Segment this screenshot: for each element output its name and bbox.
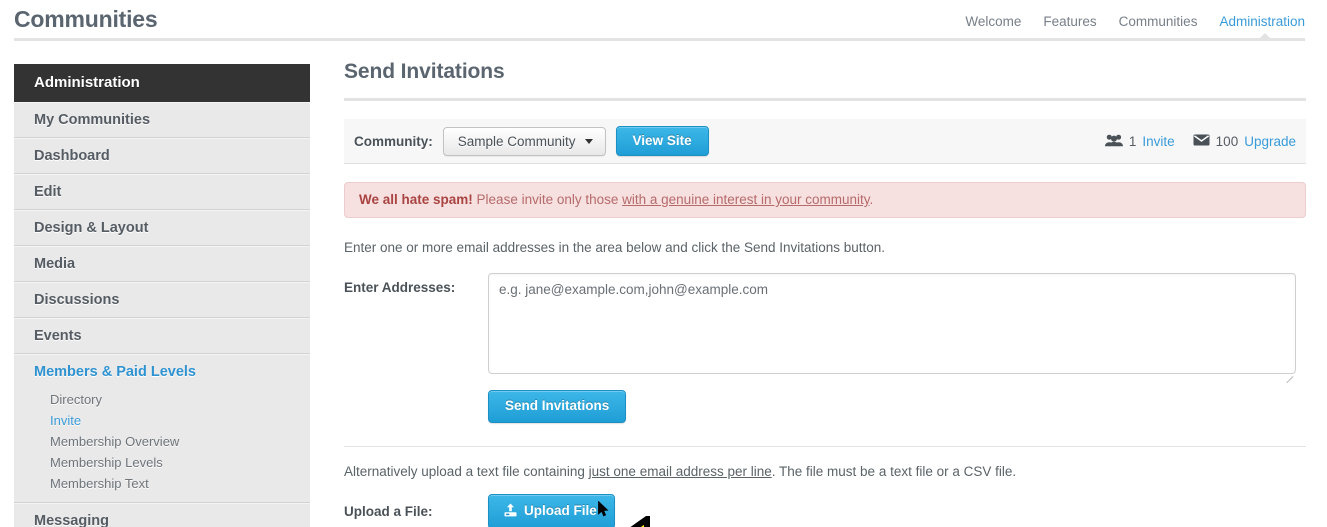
community-toolbar: Community: Sample Community View Site 1 … xyxy=(344,119,1306,164)
users-icon xyxy=(1104,134,1123,150)
view-site-button[interactable]: View Site xyxy=(615,125,709,157)
sidebar-item-design-layout[interactable]: Design & Layout xyxy=(14,210,310,246)
community-stats: 1 Invite 100 Upgrade xyxy=(1104,119,1296,164)
upload-file-label: Upload File xyxy=(524,503,597,518)
mail-stat: 100 Upgrade xyxy=(1193,134,1296,149)
sidebar-item-messaging[interactable]: Messaging xyxy=(14,503,310,527)
alt-text-before: Alternatively upload a text file contain… xyxy=(344,463,589,479)
upgrade-link[interactable]: Upgrade xyxy=(1244,134,1296,149)
send-invitations-label: Send Invitations xyxy=(505,398,610,413)
section-divider xyxy=(344,445,1306,447)
sidebar: Administration My Communities Dashboard … xyxy=(14,64,310,527)
members-stat: 1 Invite xyxy=(1104,134,1175,150)
sidebar-item-discussions[interactable]: Discussions xyxy=(14,282,310,318)
community-dropdown-value: Sample Community xyxy=(457,133,576,149)
mail-count: 100 xyxy=(1215,134,1239,149)
sidebar-subitem-directory[interactable]: Directory xyxy=(14,389,310,410)
alert-link[interactable]: with a genuine interest in your communit… xyxy=(622,192,869,207)
topnav-item-welcome[interactable]: Welcome xyxy=(965,14,1021,29)
alert-text-after: . xyxy=(869,192,874,207)
send-invitations-button[interactable]: Send Invitations xyxy=(488,390,627,423)
addresses-label: Enter Addresses: xyxy=(344,280,456,295)
top-navigation: Welcome Features Communities Administrat… xyxy=(965,14,1305,29)
alternative-upload-text: Alternatively upload a text file contain… xyxy=(344,464,1306,479)
alt-text-after: . The file must be a text file or a CSV … xyxy=(771,463,1017,479)
sidebar-subitem-membership-overview[interactable]: Membership Overview xyxy=(14,431,310,452)
top-bar: Communities Welcome Features Communities… xyxy=(0,0,1327,46)
sidebar-subitem-membership-levels[interactable]: Membership Levels xyxy=(14,452,310,473)
page-layout: Administration My Communities Dashboard … xyxy=(0,46,1327,527)
chevron-down-icon xyxy=(584,138,593,144)
upload-file-button[interactable]: Upload File xyxy=(488,493,615,527)
sidebar-submenu: Directory Invite Membership Overview Mem… xyxy=(14,389,310,503)
community-label: Community: xyxy=(354,133,433,149)
community-dropdown[interactable]: Sample Community xyxy=(442,126,606,156)
sidebar-item-members-paid-levels[interactable]: Members & Paid Levels xyxy=(14,354,310,389)
envelope-icon xyxy=(1193,134,1210,149)
invite-link[interactable]: Invite xyxy=(1142,134,1174,149)
addresses-input[interactable] xyxy=(488,273,1296,374)
sidebar-item-media[interactable]: Media xyxy=(14,246,310,282)
mouse-cursor-icon xyxy=(598,501,609,517)
alert-text-before: Please invite only those xyxy=(472,192,623,207)
sidebar-header-administration[interactable]: Administration xyxy=(14,64,310,102)
topbar-divider xyxy=(14,38,1305,41)
active-tab-caret-icon xyxy=(1260,33,1270,38)
sidebar-subitem-membership-text[interactable]: Membership Text xyxy=(14,473,310,494)
sidebar-item-my-communities[interactable]: My Communities xyxy=(14,102,310,138)
topnav-item-communities[interactable]: Communities xyxy=(1119,14,1198,29)
spam-warning-alert: We all hate spam! Please invite only tho… xyxy=(344,182,1306,218)
sidebar-item-edit[interactable]: Edit xyxy=(14,174,310,210)
addresses-textarea-wrapper xyxy=(488,273,1296,384)
topnav-item-administration[interactable]: Administration xyxy=(1219,14,1305,29)
upload-label: Upload a File: xyxy=(344,503,433,519)
sidebar-subitem-invite[interactable]: Invite xyxy=(14,410,310,431)
upload-icon xyxy=(504,503,517,520)
members-count: 1 xyxy=(1128,134,1137,149)
addresses-form-row: Enter Addresses: xyxy=(344,273,1306,384)
intro-text: Enter one or more email addresses in the… xyxy=(344,240,886,255)
upload-form-row: Upload a File: Upload File xyxy=(344,493,1306,527)
alert-strong-text: We all hate spam! xyxy=(359,192,473,207)
alt-text-link[interactable]: just one email address per line xyxy=(589,464,772,479)
send-row: Send Invitations xyxy=(488,390,1306,423)
page-title: Send Invitations xyxy=(344,60,1306,101)
view-site-label: View Site xyxy=(632,132,692,148)
sidebar-item-dashboard[interactable]: Dashboard xyxy=(14,138,310,174)
topnav-item-features[interactable]: Features xyxy=(1043,14,1096,29)
site-brand: Communities xyxy=(14,6,158,32)
main-content: Send Invitations Community: Sample Commu… xyxy=(344,60,1306,527)
sidebar-item-events[interactable]: Events xyxy=(14,318,310,354)
